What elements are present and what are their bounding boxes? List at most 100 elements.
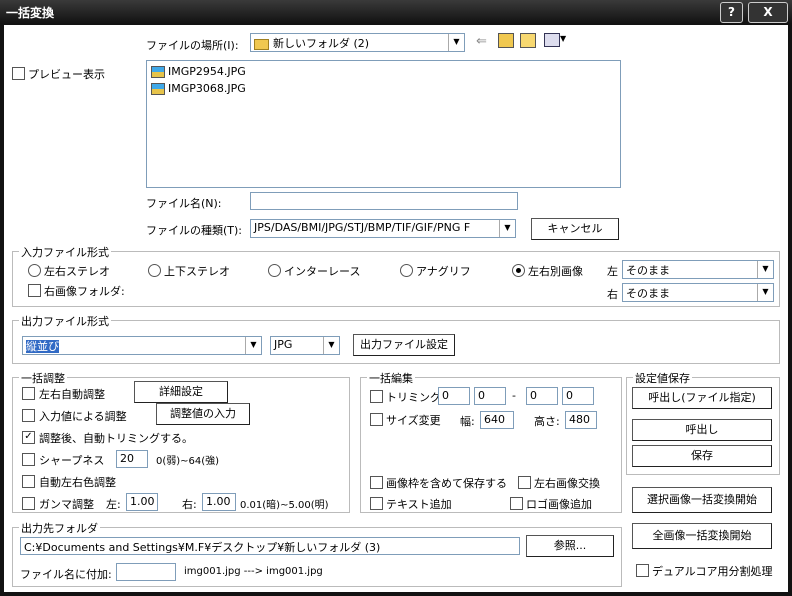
trim-input-4[interactable]: 0: [562, 387, 594, 405]
gamma-label: ガンマ調整: [39, 498, 94, 511]
sharpness-input[interactable]: 20: [116, 450, 148, 468]
auto-trim-label: 調整後、自動トリミングする。: [39, 432, 193, 445]
close-button[interactable]: X: [748, 2, 788, 23]
settings-save-title: 設定値保存: [633, 370, 692, 386]
gamma-right-label: 右:: [182, 498, 197, 511]
input-values-button[interactable]: 調整値の入力: [156, 403, 250, 425]
auto-color-label: 自動左右色調整: [39, 476, 116, 489]
left-image-dropdown[interactable]: そのまま ▼: [622, 260, 774, 279]
radio-tb-stereo[interactable]: [148, 264, 161, 277]
gamma-checkbox[interactable]: [22, 497, 35, 510]
input-format-title: 入力ファイル形式: [19, 244, 111, 260]
dialog-window: 一括変換 ? X ファイルの場所(I): 新しいフォルダ (2) ▼ ⇐ ▼ プ…: [0, 0, 792, 596]
chevron-down-icon: ▼: [757, 284, 773, 301]
load-button[interactable]: 呼出し: [632, 419, 772, 441]
sharpness-label: シャープネス: [39, 454, 105, 467]
radio-separate-lr[interactable]: [512, 264, 525, 277]
keep-frame-checkbox[interactable]: [370, 476, 383, 489]
filetype-label: ファイルの種類(T):: [146, 224, 243, 237]
chevron-down-icon: ▼: [499, 220, 515, 237]
dual-core-checkbox[interactable]: [636, 564, 649, 577]
right-image-dropdown[interactable]: そのまま ▼: [622, 283, 774, 302]
browse-button[interactable]: 参照...: [526, 535, 614, 557]
radio-lr-stereo-label: 左右ステレオ: [44, 265, 110, 278]
radio-anaglyph[interactable]: [400, 264, 413, 277]
trim-dash: -: [512, 389, 516, 402]
sharpness-range: 0(弱)~64(強): [156, 456, 220, 467]
add-text-label: テキスト追加: [386, 498, 452, 511]
folder-icon: [254, 38, 269, 50]
output-layout-dropdown[interactable]: 縦並び ▼: [22, 336, 262, 355]
add-logo-checkbox[interactable]: [510, 497, 523, 510]
radio-interlace-label: インターレース: [284, 265, 361, 278]
radio-lr-stereo[interactable]: [28, 264, 41, 277]
load-file-button[interactable]: 呼出し(ファイル指定): [632, 387, 772, 409]
preview-checkbox[interactable]: [12, 67, 25, 80]
location-dropdown[interactable]: 新しいフォルダ (2) ▼: [250, 33, 465, 52]
input-adjust-checkbox[interactable]: [22, 409, 35, 422]
title-bar: 一括変換 ? X: [0, 0, 792, 24]
radio-separate-lr-label: 左右別画像: [528, 265, 583, 278]
filename-label: ファイル名(N):: [146, 197, 222, 210]
suffix-label: ファイル名に付加:: [20, 568, 112, 581]
width-input[interactable]: 640: [480, 411, 514, 429]
trim-checkbox[interactable]: [370, 390, 383, 403]
add-text-checkbox[interactable]: [370, 497, 383, 510]
output-settings-button[interactable]: 出力ファイル設定: [353, 334, 455, 356]
output-path-input[interactable]: C:¥Documents and Settings¥M.F¥デスクトップ¥新しい…: [20, 537, 520, 555]
help-button[interactable]: ?: [720, 2, 743, 23]
chevron-down-icon: ▼: [757, 261, 773, 278]
dual-core-label: デュアルコア用分割処理: [652, 565, 773, 578]
radio-anaglyph-label: アナグリフ: [416, 265, 471, 278]
right-image-value: そのまま: [626, 287, 670, 300]
auto-color-checkbox[interactable]: [22, 475, 35, 488]
view-menu-icon[interactable]: [544, 33, 560, 47]
cancel-button[interactable]: キャンセル: [531, 218, 619, 240]
swap-lr-checkbox[interactable]: [518, 476, 531, 489]
image-file-icon: [151, 66, 165, 78]
convert-all-button[interactable]: 全画像一括変換開始: [632, 523, 772, 549]
trim-input-3[interactable]: 0: [526, 387, 558, 405]
filetype-dropdown[interactable]: JPS/DAS/BMI/JPG/STJ/BMP/TIF/GIF/PNG F ▼: [250, 219, 516, 238]
resize-label: サイズ変更: [386, 414, 441, 427]
radio-interlace[interactable]: [268, 264, 281, 277]
auto-adjust-label: 左右自動調整: [39, 388, 105, 401]
left-image-label: 左: [607, 265, 618, 278]
trim-input-2[interactable]: 0: [474, 387, 506, 405]
trim-input-1[interactable]: 0: [438, 387, 470, 405]
height-label: 高さ:: [534, 415, 560, 428]
output-layout-value: 縦並び: [26, 340, 59, 353]
detail-settings-button[interactable]: 詳細設定: [134, 381, 228, 403]
sharpness-checkbox[interactable]: [22, 453, 35, 466]
up-folder-icon[interactable]: [498, 33, 514, 48]
output-folder-title: 出力先フォルダ: [19, 520, 100, 536]
swap-lr-label: 左右画像交換: [534, 477, 600, 490]
save-button[interactable]: 保存: [632, 445, 772, 467]
radio-tb-stereo-label: 上下ステレオ: [164, 265, 230, 278]
auto-adjust-checkbox[interactable]: [22, 387, 35, 400]
right-folder-checkbox[interactable]: [28, 284, 41, 297]
file-list[interactable]: IMGP2954.JPG IMGP3068.JPG: [146, 60, 621, 188]
back-arrow-icon[interactable]: ⇐: [476, 34, 487, 49]
convert-selected-button[interactable]: 選択画像一括変換開始: [632, 487, 772, 513]
chevron-down-icon: ▼: [245, 337, 261, 354]
suffix-example: img001.jpg ---> img001.jpg: [184, 566, 323, 577]
dialog-body: ファイルの場所(I): 新しいフォルダ (2) ▼ ⇐ ▼ プレビュー表示 IM…: [4, 25, 788, 592]
output-format-title: 出力ファイル形式: [19, 313, 111, 329]
filename-input[interactable]: [250, 192, 518, 210]
gamma-right-input[interactable]: 1.00: [202, 493, 236, 511]
gamma-left-input[interactable]: 1.00: [126, 493, 158, 511]
image-file-icon: [151, 83, 165, 95]
width-label: 幅:: [460, 415, 475, 428]
trim-label: トリミング: [386, 391, 441, 404]
view-menu-chevron-icon[interactable]: ▼: [560, 34, 566, 43]
height-input[interactable]: 480: [565, 411, 597, 429]
list-item[interactable]: IMGP2954.JPG: [151, 65, 246, 78]
new-folder-icon[interactable]: [520, 33, 536, 48]
output-format-dropdown[interactable]: JPG ▼: [270, 336, 340, 355]
resize-checkbox[interactable]: [370, 413, 383, 426]
list-item[interactable]: IMGP3068.JPG: [151, 82, 246, 95]
suffix-input[interactable]: [116, 563, 176, 581]
auto-trim-checkbox[interactable]: ✓: [22, 431, 35, 444]
filetype-value: JPS/DAS/BMI/JPG/STJ/BMP/TIF/GIF/PNG F: [254, 221, 471, 234]
